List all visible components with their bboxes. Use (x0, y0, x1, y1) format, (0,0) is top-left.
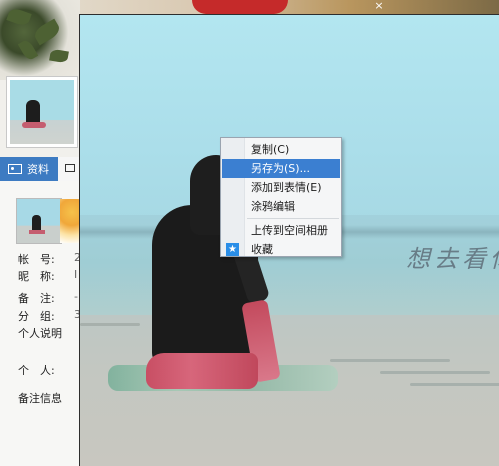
tab-profile[interactable]: 资料 (0, 157, 58, 181)
star-icon: ★ (226, 243, 239, 256)
field-label-bio: 个人说明 (18, 327, 62, 340)
menu-separator (247, 218, 339, 219)
sand-writing-line (330, 359, 450, 362)
leaf-decoration (31, 18, 63, 46)
sand-writing-line (410, 383, 499, 386)
menu-item-copy[interactable]: 复制(C) (221, 140, 341, 159)
field-label-remark-info: 备注信息 (18, 392, 62, 405)
title-bar-decoration (192, 0, 288, 14)
menu-item-save-as[interactable]: 另存为(S)... (222, 159, 340, 178)
thumbnail-image (10, 80, 74, 144)
menu-item-upload-album[interactable]: 上传到空间相册 (221, 221, 341, 240)
field-value-remark: - (74, 290, 78, 303)
pet-icon[interactable] (60, 199, 80, 243)
field-label-personal: 个 人: (18, 364, 55, 377)
field-label-remark: 备 注: (18, 292, 55, 305)
field-label-account: 帐 号: (18, 253, 55, 266)
sand-writing-line (80, 323, 140, 326)
field-label-nickname: 昵 称: (18, 270, 55, 283)
field-value-nickname: I (74, 268, 78, 281)
photo-overlay-text: 想去看你 (406, 245, 499, 273)
menu-item-favorite-label: 收藏 (251, 243, 273, 256)
leaf-decoration (49, 48, 69, 64)
sand-writing-line (380, 371, 490, 374)
avatar-skirt (29, 230, 45, 234)
field-label-group: 分 组: (18, 310, 55, 323)
menu-item-favorite[interactable]: ★ 收藏 (221, 240, 341, 259)
thumbnail-skirt (22, 122, 46, 128)
menu-item-doodle-edit[interactable]: 涂鸦编辑 (221, 197, 341, 216)
leaf-decoration (6, 6, 32, 28)
menu-item-add-to-emoji[interactable]: 添加到表情(E) (221, 178, 341, 197)
photo-thumbnail[interactable] (6, 76, 78, 148)
close-icon[interactable]: × (372, 0, 386, 14)
leaf-decoration (17, 38, 39, 62)
id-card-icon (8, 164, 22, 174)
context-menu: 复制(C) 另存为(S)... 添加到表情(E) 涂鸦编辑 上传到空间相册 ★ … (220, 137, 342, 257)
tab-profile-label: 资料 (27, 163, 49, 176)
cover-image (0, 0, 80, 80)
photo-skirt (146, 353, 258, 389)
monitor-icon (65, 164, 75, 172)
avatar[interactable] (16, 198, 62, 244)
tab-monitor[interactable] (58, 157, 80, 181)
